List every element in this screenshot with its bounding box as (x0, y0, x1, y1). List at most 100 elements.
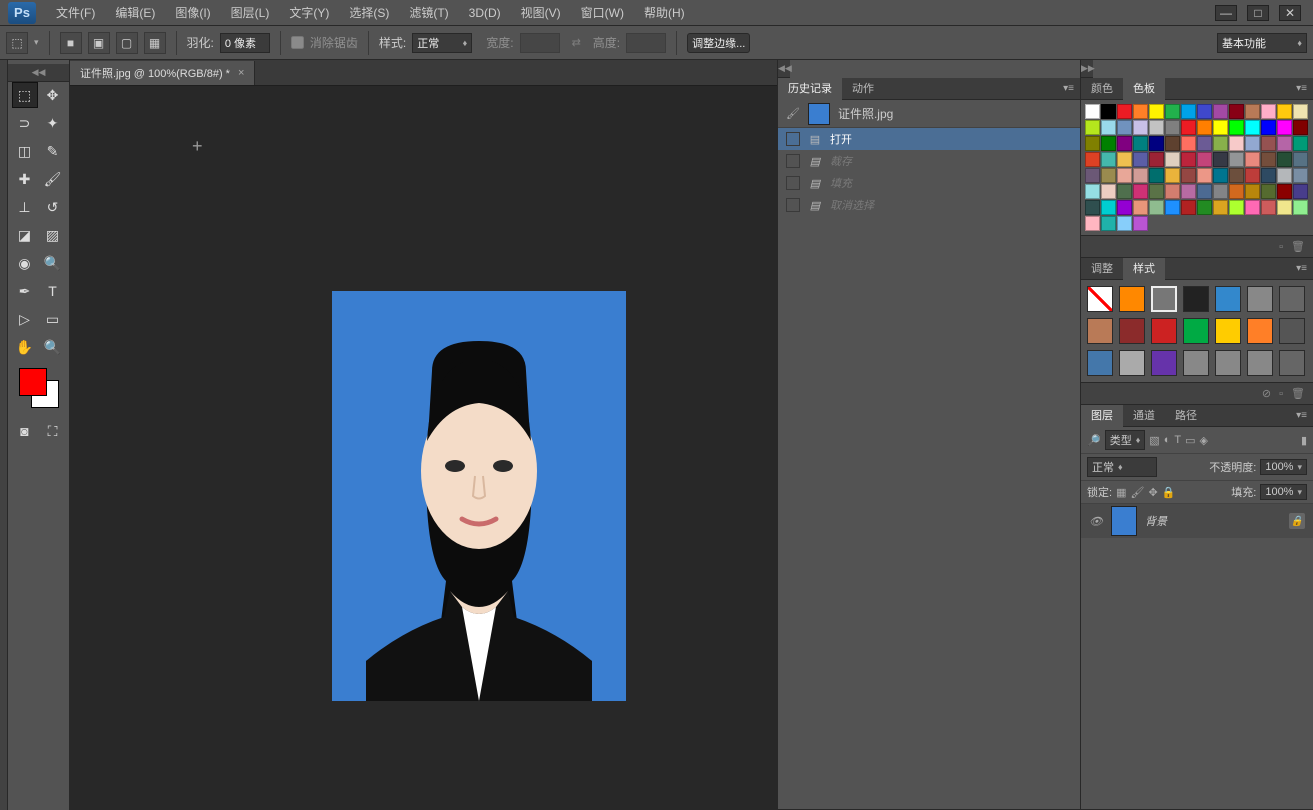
history-row[interactable]: ▤取消选择 (778, 194, 1080, 216)
swatch[interactable] (1165, 152, 1180, 167)
fill-input[interactable]: 100%▾ (1260, 484, 1307, 500)
panel-collapse-right[interactable]: ▶▶ (1081, 60, 1093, 78)
history-snapshot-row[interactable]: 🖌 证件照.jpg (778, 100, 1080, 128)
refine-edge-button[interactable]: 调整边缘... (687, 33, 750, 53)
swatch[interactable] (1149, 152, 1164, 167)
swatch[interactable] (1277, 200, 1292, 215)
style-swatch[interactable] (1183, 318, 1209, 344)
blend-mode-select[interactable]: 正常♦ (1087, 457, 1157, 477)
swatch[interactable] (1213, 136, 1228, 151)
swatch[interactable] (1181, 104, 1196, 119)
swatch[interactable] (1181, 184, 1196, 199)
lock-transparent-icon[interactable]: ▦ (1116, 486, 1126, 499)
swatch[interactable] (1149, 184, 1164, 199)
swatch[interactable] (1293, 152, 1308, 167)
panel-collapse[interactable]: ◀◀ (778, 60, 790, 78)
menu-item[interactable]: 选择(S) (339, 0, 399, 26)
swatch[interactable] (1261, 136, 1276, 151)
magic-wand-tool[interactable]: ✦ (40, 110, 66, 136)
swatch[interactable] (1101, 168, 1116, 183)
eyedropper-tool[interactable]: ✎ (40, 138, 66, 164)
style-swatch[interactable] (1119, 318, 1145, 344)
style-swatch[interactable] (1247, 350, 1273, 376)
history-checkbox[interactable] (786, 198, 800, 212)
swatch[interactable] (1229, 200, 1244, 215)
swatch[interactable] (1245, 168, 1260, 183)
swatch[interactable] (1261, 184, 1276, 199)
swatch[interactable] (1245, 184, 1260, 199)
close-button[interactable]: ✕ (1279, 5, 1301, 21)
eraser-tool[interactable]: ◪ (12, 222, 38, 248)
swatch[interactable] (1229, 152, 1244, 167)
swatch[interactable] (1197, 136, 1212, 151)
swatch[interactable] (1149, 120, 1164, 135)
filter-pixel-icon[interactable]: ▧ (1149, 434, 1159, 447)
swatch[interactable] (1165, 184, 1180, 199)
swatch[interactable] (1101, 136, 1116, 151)
swatch[interactable] (1181, 152, 1196, 167)
swatch[interactable] (1101, 152, 1116, 167)
swatch[interactable] (1133, 104, 1148, 119)
swatch[interactable] (1245, 152, 1260, 167)
tab-actions[interactable]: 动作 (842, 78, 884, 100)
style-swatch[interactable] (1183, 350, 1209, 376)
swatch[interactable] (1213, 184, 1228, 199)
tab-swatches[interactable]: 色板 (1123, 78, 1165, 100)
swatch[interactable] (1117, 136, 1132, 151)
swatch[interactable] (1149, 136, 1164, 151)
selection-new-icon[interactable]: ■ (60, 32, 82, 54)
selection-intersect-icon[interactable]: ▦ (144, 32, 166, 54)
close-tab-icon[interactable]: × (238, 67, 244, 79)
selection-subtract-icon[interactable]: ▢ (116, 32, 138, 54)
swatch[interactable] (1101, 216, 1116, 231)
swatch[interactable] (1133, 136, 1148, 151)
swatch[interactable] (1293, 168, 1308, 183)
style-select[interactable]: 正常♦ (412, 33, 472, 53)
swatch[interactable] (1197, 120, 1212, 135)
swatch[interactable] (1117, 120, 1132, 135)
style-swatch[interactable] (1119, 350, 1145, 376)
swatch[interactable] (1245, 104, 1260, 119)
swatch[interactable] (1085, 216, 1100, 231)
history-checkbox[interactable] (786, 154, 800, 168)
swatch[interactable] (1133, 216, 1148, 231)
new-style-icon[interactable]: ▫ (1279, 388, 1283, 400)
tab-history[interactable]: 历史记录 (778, 78, 842, 100)
filter-toggle[interactable]: ▮ (1301, 434, 1307, 447)
swatch[interactable] (1085, 184, 1100, 199)
filter-smart-icon[interactable]: ◈ (1200, 434, 1208, 447)
menu-item[interactable]: 文件(F) (46, 0, 105, 26)
lock-all-icon[interactable]: 🔒 (1162, 486, 1176, 499)
swatch[interactable] (1261, 168, 1276, 183)
quickmask-button[interactable]: ◙ (12, 418, 38, 444)
style-swatch[interactable] (1279, 286, 1305, 312)
swatch[interactable] (1165, 104, 1180, 119)
screenmode-button[interactable]: ⛶ (40, 418, 66, 444)
swatch[interactable] (1229, 104, 1244, 119)
style-swatch[interactable] (1151, 286, 1177, 312)
swatch[interactable] (1149, 104, 1164, 119)
lock-pixels-icon[interactable]: 🖌 (1130, 486, 1144, 499)
swatch[interactable] (1293, 184, 1308, 199)
swatch[interactable] (1117, 216, 1132, 231)
lasso-tool[interactable]: ⊃ (12, 110, 38, 136)
swatch[interactable] (1213, 168, 1228, 183)
swatch[interactable] (1165, 200, 1180, 215)
filter-shape-icon[interactable]: ▭ (1185, 434, 1195, 447)
swatch[interactable] (1181, 136, 1196, 151)
swatch[interactable] (1197, 184, 1212, 199)
brush-tool[interactable]: 🖌 (40, 166, 66, 192)
style-swatch[interactable] (1087, 318, 1113, 344)
swatch[interactable] (1181, 120, 1196, 135)
swatch[interactable] (1117, 104, 1132, 119)
canvas-viewport[interactable]: + (70, 86, 777, 810)
swatch[interactable] (1165, 168, 1180, 183)
swatch[interactable] (1197, 200, 1212, 215)
style-swatch[interactable] (1279, 350, 1305, 376)
style-swatch[interactable] (1247, 318, 1273, 344)
menu-item[interactable]: 图像(I) (165, 0, 220, 26)
swatch[interactable] (1277, 152, 1292, 167)
swatch[interactable] (1133, 200, 1148, 215)
color-chips[interactable] (19, 368, 59, 408)
swatch[interactable] (1261, 152, 1276, 167)
